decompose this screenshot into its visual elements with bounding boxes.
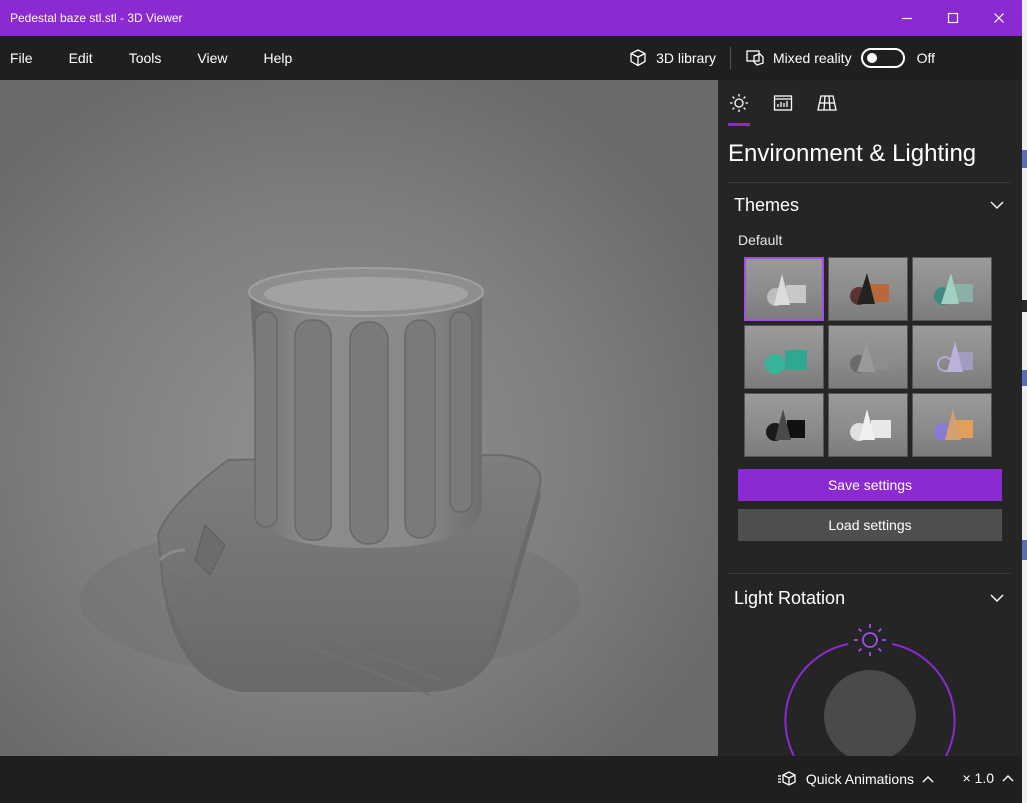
theme-tile-white[interactable] xyxy=(828,393,908,457)
light-rotation-sphere xyxy=(824,670,916,756)
mixed-reality-toggle[interactable] xyxy=(860,48,905,68)
chevron-up-icon xyxy=(1002,775,1014,782)
3d-viewport[interactable] xyxy=(0,80,718,756)
menu-view[interactable]: View xyxy=(187,50,237,66)
mixed-reality-state: Off xyxy=(916,50,935,66)
theme-black-preview xyxy=(766,409,805,441)
tab-stats[interactable] xyxy=(772,92,794,114)
menu-tools[interactable]: Tools xyxy=(119,50,172,66)
bottom-bar: Quick Animations × 1.0 xyxy=(0,756,1022,803)
chevron-down-icon xyxy=(990,201,1004,209)
theme-default-preview xyxy=(767,274,806,306)
toolbar-divider xyxy=(729,47,731,69)
current-theme-label: Default xyxy=(738,232,783,248)
theme-tile-green-teal[interactable] xyxy=(744,325,824,389)
title-divider xyxy=(728,182,1010,183)
animation-speed-button[interactable]: × 1.0 xyxy=(962,770,1014,786)
animation-cube-icon xyxy=(777,771,796,786)
window-title: Pedestal baze stl.stl - 3D Viewer xyxy=(10,11,183,25)
3d-library-label: 3D library xyxy=(656,50,716,66)
sun-icon xyxy=(730,94,748,112)
theme-tile-purple-orange[interactable] xyxy=(912,393,992,457)
theme-tile-default[interactable] xyxy=(744,257,824,321)
minimize-icon xyxy=(902,17,912,20)
maximize-button[interactable] xyxy=(930,0,976,36)
theme-green-teal-preview xyxy=(765,350,807,374)
light-handle-sun-icon[interactable] xyxy=(854,624,886,656)
cube-icon xyxy=(630,49,646,67)
themes-section-header[interactable]: Themes xyxy=(734,193,1004,217)
panel-title: Environment & Lighting xyxy=(728,140,977,167)
theme-tile-black[interactable] xyxy=(744,393,824,457)
section-divider xyxy=(728,573,1010,574)
tab-grid[interactable] xyxy=(816,92,838,114)
theme-tile-grey[interactable] xyxy=(828,325,908,389)
theme-dark-orange-preview xyxy=(850,273,889,305)
chevron-down-icon xyxy=(990,594,1004,602)
environment-panel: Environment & Lighting Themes Default Sa… xyxy=(718,80,1022,756)
close-button[interactable] xyxy=(976,0,1022,36)
tab-environment[interactable] xyxy=(728,92,750,114)
3d-library-button[interactable]: 3D library xyxy=(628,48,716,68)
menu-edit[interactable]: Edit xyxy=(59,50,103,66)
animation-speed-label: × 1.0 xyxy=(962,770,994,786)
chevron-up-icon xyxy=(922,776,934,783)
panel-tabs xyxy=(728,92,860,114)
toggle-knob xyxy=(866,53,877,63)
themes-heading: Themes xyxy=(734,194,800,215)
themes-grid xyxy=(744,257,994,457)
menu-file[interactable]: File xyxy=(0,50,43,66)
quick-animations-label: Quick Animations xyxy=(805,771,914,787)
background-window-edge xyxy=(1022,0,1027,803)
theme-tile-dark-orange[interactable] xyxy=(828,257,908,321)
mixed-reality-button[interactable]: Mixed reality xyxy=(745,48,852,68)
grid-icon xyxy=(817,95,837,111)
minimize-button[interactable] xyxy=(884,0,930,36)
pedestal-model xyxy=(0,80,718,756)
theme-grey-preview xyxy=(850,341,889,373)
light-rotation-dial[interactable] xyxy=(782,620,958,756)
theme-lavender-preview xyxy=(937,341,973,372)
close-icon xyxy=(994,13,1004,23)
title-bar: Pedestal baze stl.stl - 3D Viewer xyxy=(0,0,1022,36)
light-rotation-section-header[interactable]: Light Rotation xyxy=(734,586,1004,610)
mixed-reality-label: Mixed reality xyxy=(772,50,852,66)
save-settings-button[interactable]: Save settings xyxy=(738,469,1002,501)
stats-icon xyxy=(773,95,793,111)
theme-purple-orange-preview xyxy=(934,409,973,441)
load-settings-button[interactable]: Load settings xyxy=(738,509,1002,541)
active-tab-indicator xyxy=(728,123,750,126)
theme-white-preview xyxy=(850,409,891,441)
light-rotation-heading: Light Rotation xyxy=(734,587,846,608)
menu-bar: File Edit Tools View Help 3D library Mix… xyxy=(0,36,1022,80)
quick-animations-button[interactable]: Quick Animations xyxy=(777,770,942,788)
theme-tile-teal[interactable] xyxy=(912,257,992,321)
maximize-icon xyxy=(947,12,959,24)
menu-help[interactable]: Help xyxy=(253,50,302,66)
mixed-reality-icon xyxy=(746,50,764,66)
theme-tile-lavender[interactable] xyxy=(912,325,992,389)
theme-teal-preview xyxy=(934,273,973,305)
